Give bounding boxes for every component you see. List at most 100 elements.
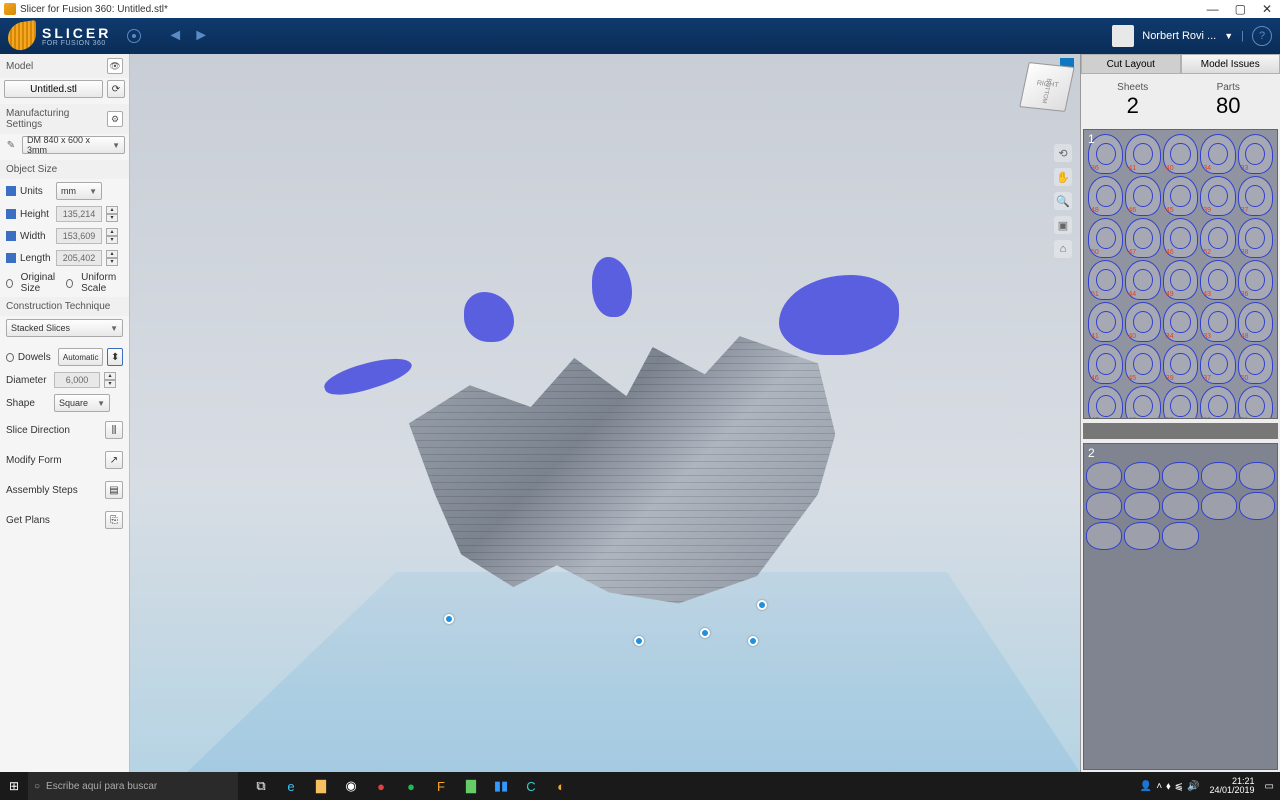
part-outline[interactable] <box>1239 462 1275 490</box>
part-outline[interactable]: 37 <box>1200 344 1235 384</box>
original-size-radio[interactable] <box>6 279 13 288</box>
task-view-icon[interactable]: ⧉ <box>246 772 276 800</box>
part-outline[interactable]: 36 <box>1238 260 1273 300</box>
tab-model-issues[interactable]: Model Issues <box>1181 54 1280 74</box>
user-dropdown-icon[interactable]: ▼ <box>1224 31 1233 41</box>
nav-forward-icon[interactable]: ► <box>193 27 209 45</box>
dowel-handle[interactable] <box>634 636 644 646</box>
slicer-task-icon[interactable]: ◐ <box>546 772 576 800</box>
explorer-icon[interactable]: ▇ <box>306 772 336 800</box>
taskbar-search[interactable]: ○ Escribe aquí para buscar <box>28 772 238 800</box>
pan-icon[interactable]: ✋ <box>1054 168 1072 186</box>
slice-direction-row[interactable]: Slice Direction ⫼ <box>0 415 129 445</box>
close-button[interactable]: ✕ <box>1262 2 1272 16</box>
part-outline[interactable]: 52 <box>1200 218 1235 258</box>
dowel-tool-icon[interactable]: ⬍ <box>107 348 123 366</box>
part-outline[interactable]: 39 <box>1163 344 1198 384</box>
part-outline[interactable] <box>1201 462 1237 490</box>
part-outline[interactable] <box>1239 492 1275 520</box>
part-outline[interactable]: 51 <box>1238 386 1273 419</box>
height-input[interactable] <box>56 206 102 222</box>
length-input[interactable] <box>56 250 102 266</box>
part-outline[interactable] <box>1124 492 1160 520</box>
app-green-icon[interactable]: ▇ <box>456 772 486 800</box>
start-button[interactable]: ⊞ <box>0 772 28 800</box>
user-name[interactable]: Norbert Rovi ... <box>1142 30 1216 42</box>
part-outline[interactable] <box>1201 492 1237 520</box>
dowel-handle[interactable] <box>444 614 454 624</box>
tray-people-icon[interactable]: 👤 <box>1140 781 1152 792</box>
sheet-2-preview[interactable] <box>1083 443 1278 770</box>
tray-volume-icon[interactable]: 🔊 <box>1187 781 1199 792</box>
panel-divider[interactable] <box>1083 423 1278 439</box>
chrome-icon[interactable]: ◉ <box>336 772 366 800</box>
part-outline[interactable]: 46 <box>1163 218 1198 258</box>
part-outline[interactable]: 48 <box>1238 302 1273 342</box>
diameter-spinner[interactable]: ▴▾ <box>104 372 116 388</box>
part-outline[interactable]: 49 <box>1163 260 1198 300</box>
part-outline[interactable] <box>1086 462 1122 490</box>
orbit-icon[interactable]: ⟲ <box>1054 144 1072 162</box>
part-outline[interactable]: 47 <box>1125 218 1160 258</box>
part-outline[interactable]: 40 <box>1125 302 1160 342</box>
file-button[interactable]: Untitled.stl <box>4 80 103 98</box>
width-input[interactable] <box>56 228 102 244</box>
part-outline[interactable]: 40 <box>1163 134 1198 174</box>
avatar[interactable] <box>1112 25 1134 47</box>
app-blue-icon[interactable]: ▮▮ <box>486 772 516 800</box>
modify-form-icon[interactable]: ↗ <box>105 451 123 469</box>
viewcube[interactable]: RIGHT BOTTOM <box>1019 62 1075 112</box>
part-outline[interactable]: 39 <box>1200 176 1235 216</box>
part-outline[interactable] <box>1086 492 1122 520</box>
app-red-icon[interactable]: ● <box>366 772 396 800</box>
part-outline[interactable] <box>1124 462 1160 490</box>
part-outline[interactable]: 43 <box>1200 260 1235 300</box>
part-outline[interactable]: 38 <box>1200 386 1235 419</box>
tray-dropbox-icon[interactable]: ⬧ <box>1166 781 1171 792</box>
tray-network-icon[interactable]: ⫹ <box>1175 781 1183 792</box>
assembly-steps-icon[interactable]: ▤ <box>105 481 123 499</box>
part-outline[interactable]: 46 <box>1088 344 1123 384</box>
height-spinner[interactable]: ▴▾ <box>106 206 118 222</box>
assembly-steps-row[interactable]: Assembly Steps ▤ <box>0 475 129 505</box>
eye-icon[interactable]: 👁 <box>107 58 123 74</box>
taskbar-clock[interactable]: 21:21 24/01/2019 <box>1204 777 1261 795</box>
part-outline[interactable]: 44 <box>1125 260 1160 300</box>
notifications-icon[interactable]: ▭ <box>1265 781 1274 792</box>
target-icon[interactable] <box>127 29 141 43</box>
fit-icon[interactable]: ▣ <box>1054 216 1072 234</box>
part-outline[interactable] <box>1086 522 1122 550</box>
zoom-icon[interactable]: 🔍 <box>1054 192 1072 210</box>
part-outline[interactable]: 52 <box>1163 386 1198 419</box>
part-outline[interactable]: 46 <box>1125 386 1160 419</box>
dowel-handle[interactable] <box>748 636 758 646</box>
dowels-radio[interactable] <box>6 353 14 362</box>
dowel-handle[interactable] <box>757 600 767 610</box>
preset-dropdown[interactable]: DM 840 x 600 x 3mm ▼ <box>22 136 125 154</box>
nav-back-icon[interactable]: ◄ <box>167 27 183 45</box>
get-plans-row[interactable]: Get Plans ⎘ <box>0 505 129 535</box>
part-outline[interactable]: 33 <box>1200 302 1235 342</box>
part-outline[interactable]: 50 <box>1088 218 1123 258</box>
help-button[interactable]: ? <box>1252 26 1272 46</box>
part-outline[interactable]: 51 <box>1088 260 1123 300</box>
part-outline[interactable]: 36 <box>1088 134 1123 174</box>
part-outline[interactable]: 45 <box>1163 176 1198 216</box>
uniform-scale-radio[interactable] <box>66 279 73 288</box>
length-spinner[interactable]: ▴▾ <box>106 250 118 266</box>
part-outline[interactable]: 38 <box>1238 218 1273 258</box>
part-outline[interactable]: 37 <box>1238 176 1273 216</box>
part-outline[interactable]: 41 <box>1088 302 1123 342</box>
width-spinner[interactable]: ▴▾ <box>106 228 118 244</box>
part-outline[interactable]: 46 <box>1125 176 1160 216</box>
slice-direction-icon[interactable]: ⫼ <box>105 421 123 439</box>
part-outline[interactable]: 45 <box>1125 344 1160 384</box>
app-teal-icon[interactable]: C <box>516 772 546 800</box>
viewport-3d[interactable]: RIGHT BOTTOM ⟲ ✋ 🔍 ▣ ⌂ <box>130 54 1080 772</box>
minimize-button[interactable]: — <box>1207 2 1219 16</box>
part-outline[interactable]: 41 <box>1125 134 1160 174</box>
modify-form-row[interactable]: Modify Form ↗ <box>0 445 129 475</box>
technique-dropdown[interactable]: Stacked Slices ▼ <box>6 319 123 337</box>
maximize-button[interactable]: ▢ <box>1235 2 1246 16</box>
part-outline[interactable]: 50 <box>1238 344 1273 384</box>
